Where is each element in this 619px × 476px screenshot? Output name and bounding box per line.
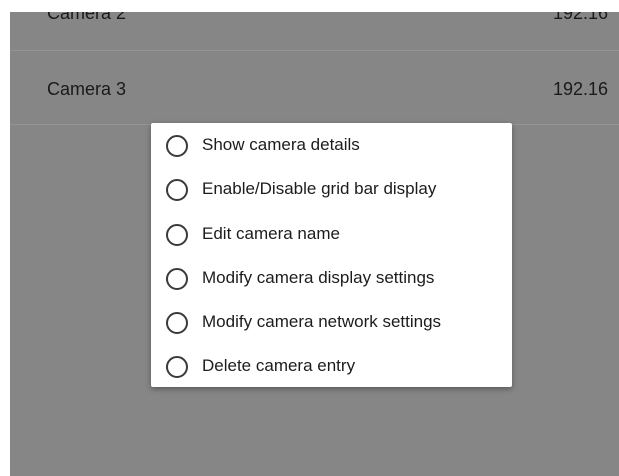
option-label: Edit camera name (202, 224, 340, 243)
option-label: Enable/Disable grid bar display (202, 179, 437, 198)
camera-ip: 192.16 (553, 12, 609, 23)
radio-button-unchecked-icon[interactable] (166, 224, 188, 246)
camera-list-item[interactable]: Camera 2 192.16 (10, 12, 619, 51)
option-delete-camera-entry[interactable]: Delete camera entry (151, 345, 512, 389)
camera-options-dialog: Show camera details Enable/Disable grid … (151, 123, 512, 387)
option-modify-network-settings[interactable]: Modify camera network settings (151, 301, 512, 345)
option-label: Modify camera network settings (202, 312, 442, 331)
camera-name: Camera 2 (47, 12, 127, 23)
option-label: Modify camera display settings (202, 268, 435, 287)
option-modify-display-settings[interactable]: Modify camera display settings (151, 257, 512, 301)
camera-name: Camera 3 (47, 79, 127, 99)
radio-button-unchecked-icon[interactable] (166, 135, 188, 157)
radio-button-unchecked-icon[interactable] (166, 268, 188, 290)
option-show-camera-details[interactable]: Show camera details (151, 124, 512, 168)
option-label: Delete camera entry (202, 356, 356, 375)
camera-ip: 192.16 (553, 79, 609, 99)
radio-button-unchecked-icon[interactable] (166, 356, 188, 378)
option-enable-disable-grid-bar[interactable]: Enable/Disable grid bar display (151, 168, 512, 212)
option-label: Show camera details (202, 135, 360, 154)
radio-button-unchecked-icon[interactable] (166, 312, 188, 334)
camera-list-item[interactable]: Camera 3 192.16 (10, 52, 619, 125)
radio-button-unchecked-icon[interactable] (166, 179, 188, 201)
option-edit-camera-name[interactable]: Edit camera name (151, 213, 512, 257)
